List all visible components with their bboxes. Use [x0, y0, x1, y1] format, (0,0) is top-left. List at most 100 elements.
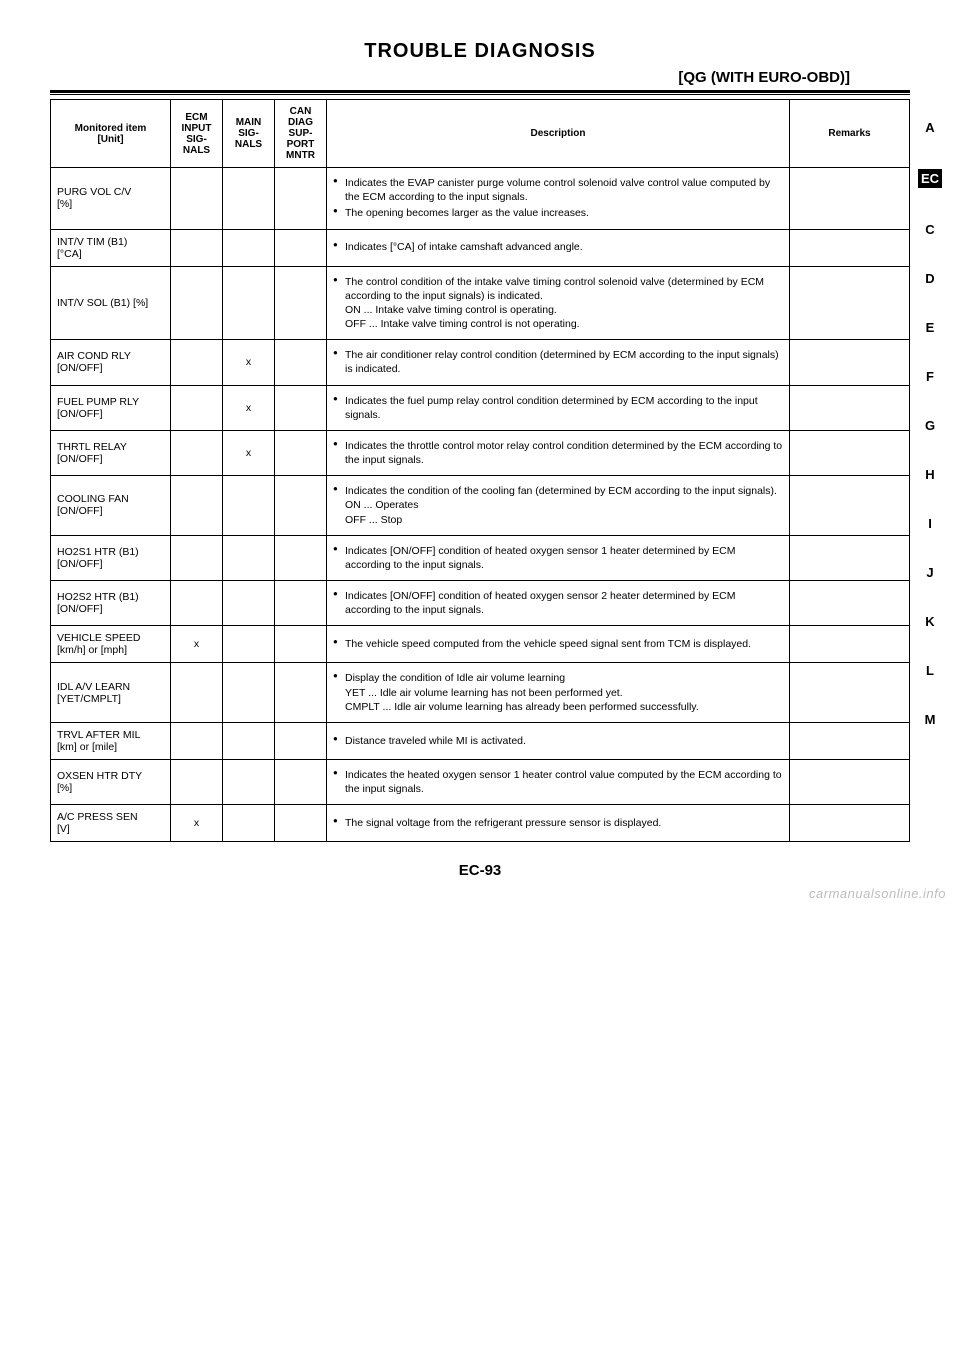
cell-item: VEHICLE SPEED[km/h] or [mph]	[51, 626, 171, 663]
cell-can	[275, 535, 327, 580]
cell-item: COOLING FAN[ON/OFF]	[51, 476, 171, 536]
cell-remarks	[790, 663, 910, 723]
cell-main: x	[223, 430, 275, 475]
cell-description: Indicates the condition of the cooling f…	[327, 476, 790, 536]
cell-ecm	[171, 476, 223, 536]
section-letter: G	[918, 418, 942, 433]
desc-bullet: The air conditioner relay control condit…	[333, 348, 783, 376]
desc-bullet: The vehicle speed computed from the vehi…	[333, 637, 783, 651]
cell-remarks	[790, 430, 910, 475]
cell-main	[223, 805, 275, 842]
desc-bullet: Indicates the condition of the cooling f…	[333, 484, 783, 527]
cell-main	[223, 535, 275, 580]
cell-description: Distance traveled while MI is activated.	[327, 722, 790, 759]
desc-bullet: The signal voltage from the refrigerant …	[333, 816, 783, 830]
cell-item: IDL A/V LEARN[YET/CMPLT]	[51, 663, 171, 723]
cell-ecm: x	[171, 626, 223, 663]
page-subtitle: [QG (WITH EURO-OBD)]	[50, 69, 910, 86]
table-row: FUEL PUMP RLY[ON/OFF] x Indicates the fuel…	[51, 385, 910, 430]
th-main: MAINSIG-NALS	[223, 100, 275, 168]
cell-remarks	[790, 229, 910, 266]
cell-can	[275, 722, 327, 759]
cell-ecm	[171, 759, 223, 804]
table-header-row: Monitored item[Unit] ECMINPUTSIG-NALS MA…	[51, 100, 910, 168]
cell-can	[275, 805, 327, 842]
desc-bullet: The control condition of the intake valv…	[333, 275, 783, 332]
cell-can	[275, 663, 327, 723]
table-body: PURG VOL C/V[%] Indicates the EVAP canist…	[51, 168, 910, 842]
cell-item: INT/V SOL (B1) [%]	[51, 266, 171, 340]
cell-item: HO2S2 HTR (B1)[ON/OFF]	[51, 581, 171, 626]
cell-remarks	[790, 340, 910, 385]
cell-remarks	[790, 759, 910, 804]
cell-description: Indicates the fuel pump relay control co…	[327, 385, 790, 430]
page: TROUBLE DIAGNOSIS [QG (WITH EURO-OBD)] A…	[0, 0, 960, 909]
table-row: OXSEN HTR DTY[%] Indicates the heated oxy…	[51, 759, 910, 804]
cell-main	[223, 266, 275, 340]
cell-item: PURG VOL C/V[%]	[51, 168, 171, 230]
section-letter: F	[918, 369, 942, 384]
cell-can	[275, 168, 327, 230]
section-index: AECCDEFGHIJKLM	[918, 120, 942, 761]
cell-can	[275, 430, 327, 475]
table-row: INT/V SOL (B1) [%] The control condition …	[51, 266, 910, 340]
section-letter: E	[918, 320, 942, 335]
cell-main: x	[223, 340, 275, 385]
cell-main	[223, 476, 275, 536]
table-row: PURG VOL C/V[%] Indicates the EVAP canist…	[51, 168, 910, 230]
cell-remarks	[790, 266, 910, 340]
cell-description: The signal voltage from the refrigerant …	[327, 805, 790, 842]
cell-can	[275, 476, 327, 536]
desc-bullet: Indicates the fuel pump relay control co…	[333, 394, 783, 422]
cell-item: HO2S1 HTR (B1)[ON/OFF]	[51, 535, 171, 580]
cell-description: Indicates the heated oxygen sensor 1 hea…	[327, 759, 790, 804]
section-letter: D	[918, 271, 942, 286]
cell-ecm	[171, 229, 223, 266]
section-letter: J	[918, 565, 942, 580]
cell-ecm	[171, 430, 223, 475]
table-row: IDL A/V LEARN[YET/CMPLT] Display the cond…	[51, 663, 910, 723]
cell-ecm	[171, 168, 223, 230]
cell-ecm	[171, 340, 223, 385]
table-row: THRTL RELAY[ON/OFF]xIndicates the thrott…	[51, 430, 910, 475]
desc-bullet: Indicates [ON/OFF] condition of heated o…	[333, 589, 783, 617]
cell-main	[223, 581, 275, 626]
section-letter: A	[918, 120, 942, 135]
divider	[50, 90, 910, 93]
cell-ecm	[171, 385, 223, 430]
cell-item: OXSEN HTR DTY[%]	[51, 759, 171, 804]
page-title: TROUBLE DIAGNOSIS	[50, 40, 910, 63]
desc-bullet: Indicates [ON/OFF] condition of heated o…	[333, 544, 783, 572]
cell-item: A/C PRESS SEN[V]	[51, 805, 171, 842]
th-description: Description	[327, 100, 790, 168]
table-row: COOLING FAN[ON/OFF] Indicates the conditi…	[51, 476, 910, 536]
th-monitored: Monitored item[Unit]	[51, 100, 171, 168]
section-letter: L	[918, 663, 942, 678]
cell-main	[223, 626, 275, 663]
cell-remarks	[790, 385, 910, 430]
cell-ecm	[171, 266, 223, 340]
cell-main	[223, 229, 275, 266]
cell-remarks	[790, 805, 910, 842]
cell-description: Indicates the throttle control motor rel…	[327, 430, 790, 475]
page-footer: EC-93	[50, 862, 910, 879]
th-can: CANDIAGSUP-PORTMNTR	[275, 100, 327, 168]
cell-ecm: x	[171, 805, 223, 842]
table-row: HO2S1 HTR (B1)[ON/OFF] Indicates [ON/OFF]…	[51, 535, 910, 580]
cell-can	[275, 229, 327, 266]
cell-can	[275, 340, 327, 385]
cell-description: Indicates the EVAP canister purge volume…	[327, 168, 790, 230]
cell-main	[223, 759, 275, 804]
cell-item: FUEL PUMP RLY[ON/OFF]	[51, 385, 171, 430]
cell-ecm	[171, 722, 223, 759]
table-row: A/C PRESS SEN[V]x The signal voltage from…	[51, 805, 910, 842]
cell-main: x	[223, 385, 275, 430]
cell-description: The air conditioner relay control condit…	[327, 340, 790, 385]
cell-remarks	[790, 626, 910, 663]
table-row: TRVL AFTER MIL[km] or [mile]Distance tra…	[51, 722, 910, 759]
th-remarks: Remarks	[790, 100, 910, 168]
desc-bullet: Display the condition of Idle air volume…	[333, 671, 783, 714]
desc-bullet: Indicates the EVAP canister purge volume…	[333, 176, 783, 204]
desc-bullet: The opening becomes larger as the value …	[333, 206, 783, 220]
data-table: Monitored item[Unit] ECMINPUTSIG-NALS MA…	[50, 99, 910, 842]
